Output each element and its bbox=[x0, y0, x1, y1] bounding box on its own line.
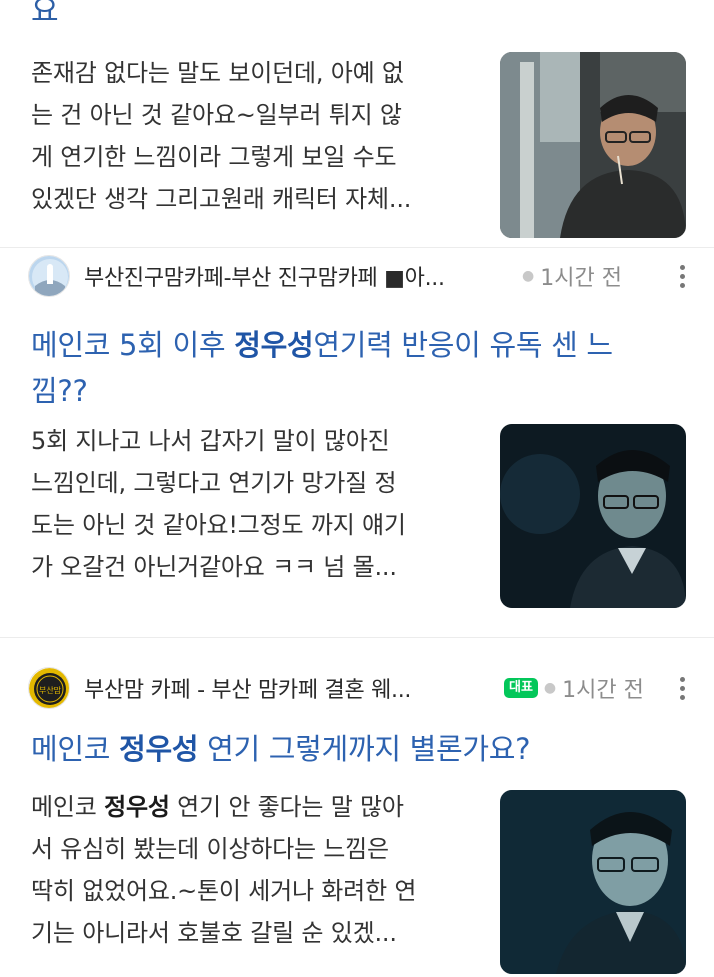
cafe-avatar[interactable] bbox=[28, 255, 70, 297]
avatar-text: 부산맘 bbox=[39, 685, 62, 695]
post-2-title[interactable]: 메인코 5회 이후 정우성연기력 반응이 유독 센 느 낌?? bbox=[31, 322, 671, 414]
more-options-icon[interactable] bbox=[676, 264, 688, 288]
snippet-highlight: 정우성 bbox=[104, 793, 170, 821]
post-time: 1시간 전 bbox=[562, 678, 644, 703]
separator-dot: ● bbox=[522, 268, 535, 284]
cafe-avatar-image: 부산맘 bbox=[29, 668, 69, 708]
snippet-line: 존재감 없다는 말도 보이던데, 아예 없 bbox=[31, 59, 404, 87]
thumbnail-image bbox=[500, 790, 686, 974]
divider bbox=[0, 637, 714, 638]
separator-dot: ● bbox=[543, 680, 557, 696]
snippet-line: 게 연기한 느낌이라 그렇게 보일 수도 bbox=[31, 143, 397, 171]
representative-badge: 대표 bbox=[504, 678, 538, 698]
title-line: 메인코 정우성 연기 그렇게까지 별론가요? bbox=[31, 732, 531, 766]
thumbnail-image bbox=[500, 424, 686, 608]
cafe-avatar-image bbox=[29, 256, 69, 296]
snippet-line: 5회 지나고 나서 갑자기 말이 많아진 bbox=[31, 427, 390, 455]
post-time: 1시간 전 bbox=[540, 266, 622, 291]
thumbnail-image bbox=[500, 52, 686, 238]
cafe-name[interactable]: 부산맘 카페 - 부산 맘카페 결혼 웨... bbox=[84, 672, 486, 704]
post-3-snippet[interactable]: 메인코 정우성 연기 안 좋다는 말 많아 서 유심히 봤는데 이상하다는 느낌… bbox=[31, 786, 471, 954]
title-line: 낌?? bbox=[31, 374, 88, 408]
post-3-source-row: 부산맘 부산맘 카페 - 부산 맘카페 결혼 웨... 대표 ● 1시간 전 bbox=[28, 667, 688, 709]
cafe-avatar[interactable]: 부산맘 bbox=[28, 667, 70, 709]
post-2-snippet[interactable]: 5회 지나고 나서 갑자기 말이 많아진 느낌인데, 그렇다고 연기가 망가질 … bbox=[31, 420, 471, 588]
snippet-line: 서 유심히 봤는데 이상하다는 느낌은 bbox=[31, 835, 389, 863]
post-3-thumbnail[interactable] bbox=[500, 790, 686, 974]
snippet-line: 느낌인데, 그렇다고 연기가 망가질 정 bbox=[31, 469, 397, 497]
snippet-line: 도는 아닌 것 같아요!그정도 까지 얘기 bbox=[31, 511, 406, 539]
cafe-name[interactable]: 부산진구맘카페-부산 진구맘카페 ■아... bbox=[84, 260, 516, 292]
snippet-line: 가 오갈건 아닌거같아요 ㅋㅋ 넘 몰... bbox=[31, 553, 397, 581]
post-1-snippet[interactable]: 존재감 없다는 말도 보이던데, 아예 없 는 건 아닌 것 같아요~일부러 튀… bbox=[31, 52, 471, 220]
post-2-thumbnail[interactable] bbox=[500, 424, 686, 608]
title-highlight: 정우성 bbox=[234, 328, 314, 362]
post-1-thumbnail[interactable] bbox=[500, 52, 686, 238]
snippet-line: 있겠단 생각 그리고원래 캐릭터 자체... bbox=[31, 185, 412, 213]
previous-title-fragment[interactable]: 요 bbox=[31, 0, 59, 30]
snippet-line: 메인코 정우성 연기 안 좋다는 말 많아 bbox=[31, 793, 404, 821]
post-3-title[interactable]: 메인코 정우성 연기 그렇게까지 별론가요? bbox=[31, 726, 671, 772]
title-highlight: 정우성 bbox=[119, 732, 199, 766]
title-line: 메인코 5회 이후 정우성연기력 반응이 유독 센 느 bbox=[31, 328, 613, 362]
snippet-line: 는 건 아닌 것 같아요~일부러 튀지 않 bbox=[31, 101, 402, 129]
more-options-icon[interactable] bbox=[676, 676, 688, 700]
divider bbox=[0, 247, 714, 248]
post-2-source-row: 부산진구맘카페-부산 진구맘카페 ■아... ● 1시간 전 bbox=[28, 255, 688, 297]
snippet-line: 기는 아니라서 호불호 갈릴 순 있겠... bbox=[31, 919, 397, 947]
snippet-line: 딱히 없었어요.~톤이 세거나 화려한 연 bbox=[31, 877, 417, 905]
